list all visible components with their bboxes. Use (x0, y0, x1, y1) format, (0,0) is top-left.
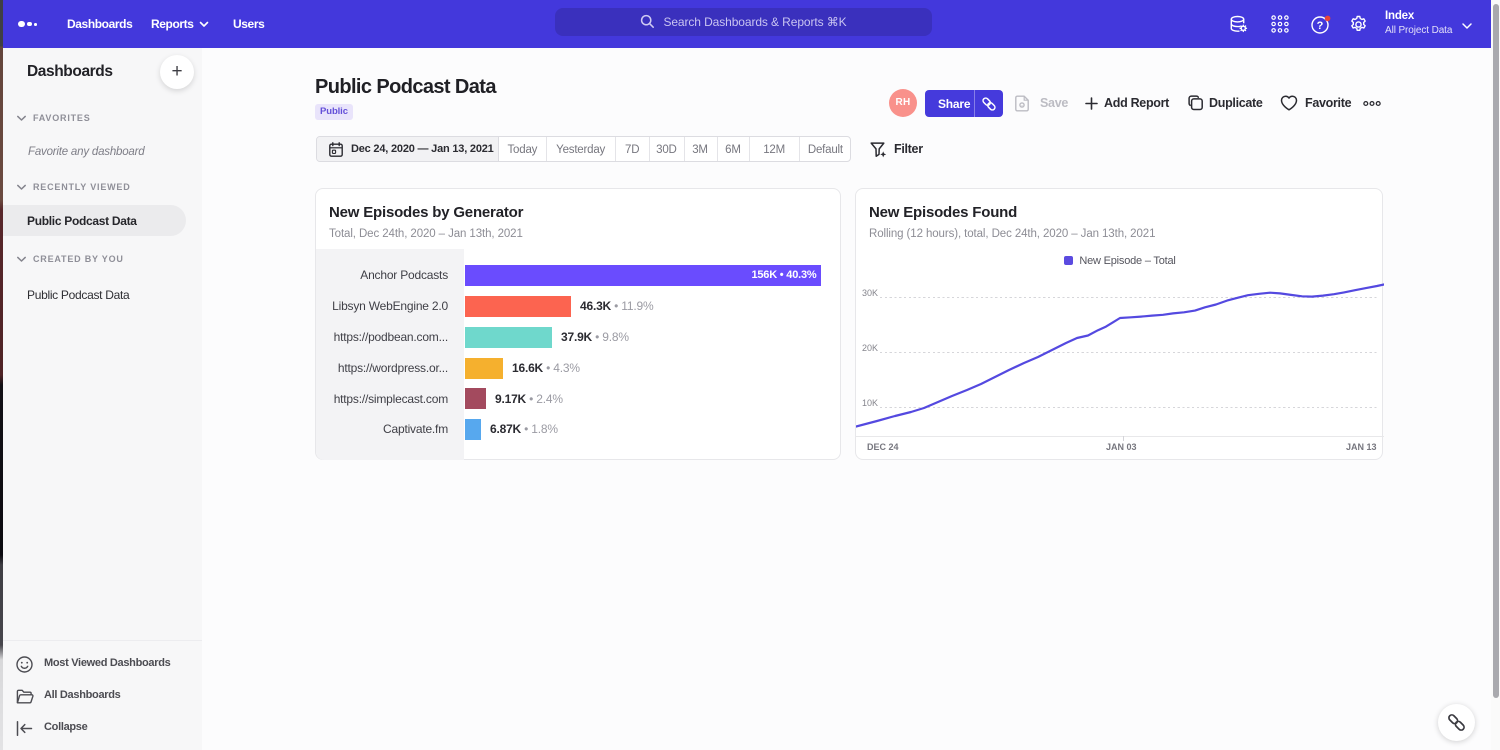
svg-text:?: ? (1317, 20, 1324, 32)
